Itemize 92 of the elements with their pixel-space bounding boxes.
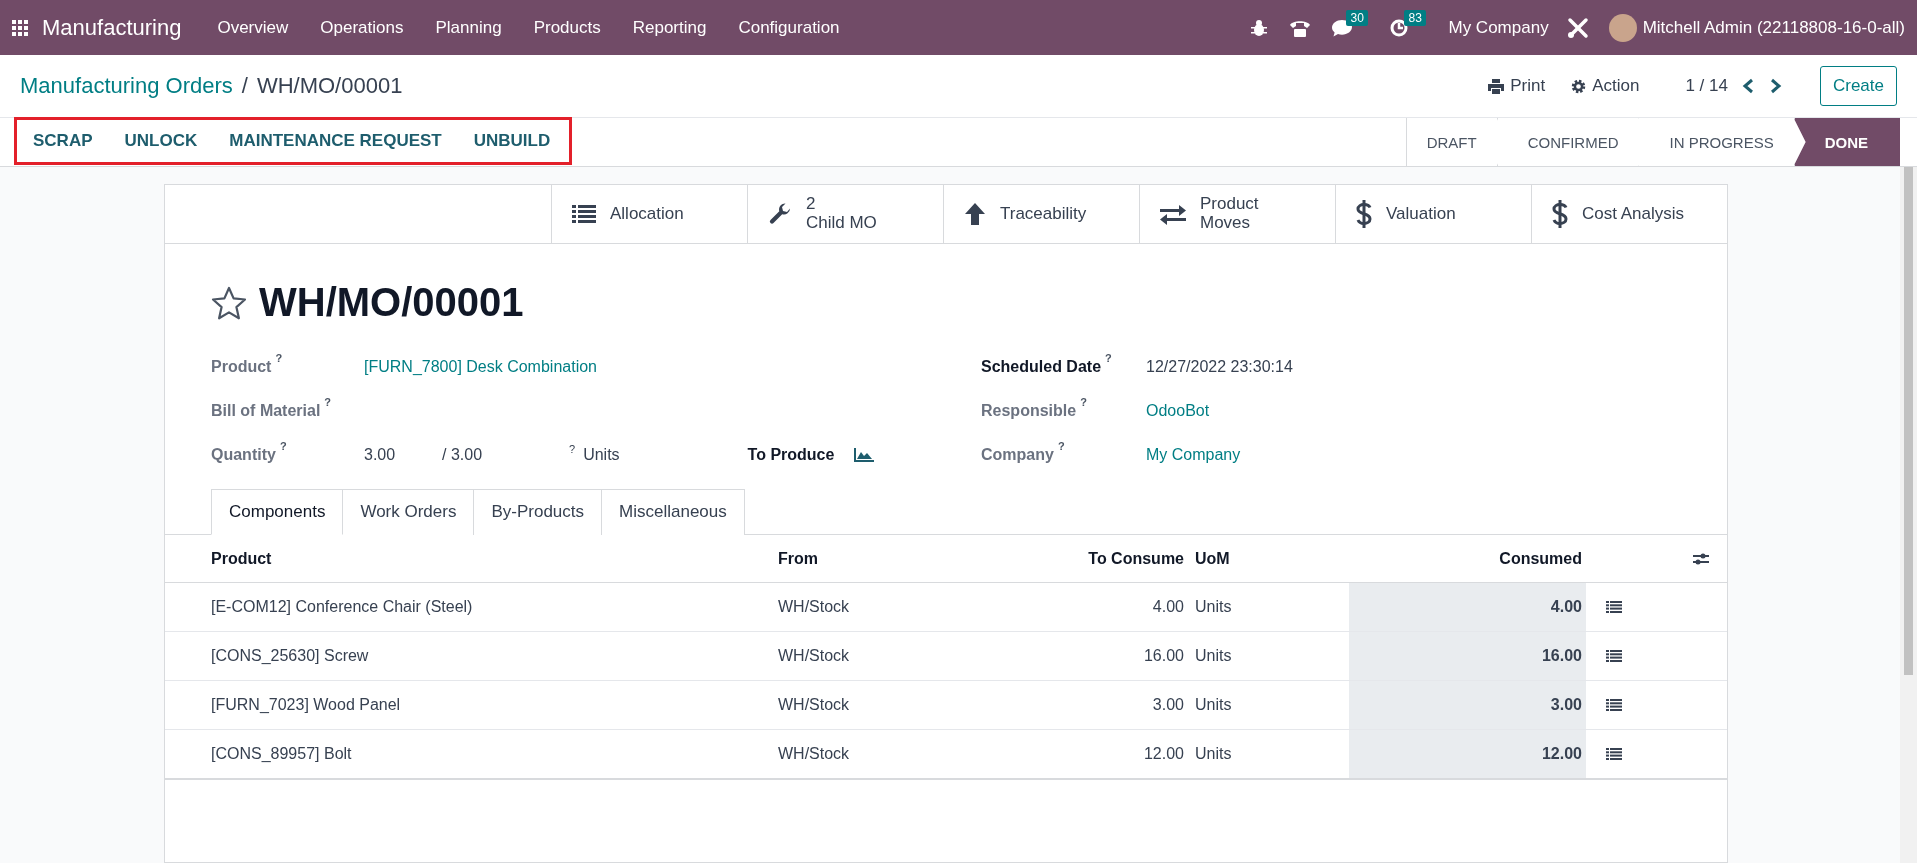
- dollar-icon: [1356, 200, 1372, 228]
- menu-item[interactable]: Configuration: [722, 17, 856, 38]
- field-value[interactable]: [FURN_7800] Desk Combination: [364, 358, 597, 376]
- phone-icon[interactable]: [1290, 18, 1311, 37]
- record-title: WH/MO/00001: [259, 280, 524, 325]
- column-header[interactable]: From: [778, 535, 1048, 583]
- table-cell: WH/Stock: [778, 730, 1048, 780]
- column-header[interactable]: To Consume: [1048, 535, 1193, 583]
- field-label: Product: [211, 358, 272, 376]
- breadcrumb-link[interactable]: Manufacturing Orders: [20, 73, 233, 99]
- app-title[interactable]: Manufacturing: [42, 14, 182, 41]
- star-icon[interactable]: [211, 285, 247, 320]
- table-cell: 4.00: [1349, 583, 1586, 632]
- table-cell: [E-COM12] Conference Chair (Steel): [165, 583, 778, 632]
- tab[interactable]: Work Orders: [343, 489, 475, 535]
- field-label: Bill of Material: [211, 402, 321, 420]
- arrow-up-icon: [964, 202, 986, 226]
- help-marker[interactable]: ?: [1080, 396, 1087, 414]
- menu-item[interactable]: Products: [517, 17, 617, 38]
- apps-grid-icon[interactable]: [12, 19, 28, 36]
- column-header[interactable]: UoM: [1193, 535, 1349, 583]
- detail-list-icon[interactable]: [1606, 601, 1622, 613]
- table-cell: 16.00: [1048, 632, 1193, 681]
- detail-list-icon[interactable]: [1606, 650, 1622, 662]
- next-icon[interactable]: [1769, 78, 1782, 94]
- area-chart-icon[interactable]: [854, 448, 875, 462]
- help-marker[interactable]: ?: [1105, 352, 1112, 370]
- create-button[interactable]: Create: [1819, 66, 1897, 106]
- table-cell: WH/Stock: [778, 632, 1048, 681]
- clock-icon[interactable]: [1390, 18, 1409, 37]
- company-switcher[interactable]: My Company: [1448, 17, 1549, 38]
- table-cell: 16.00: [1349, 632, 1586, 681]
- field-label: Quantity: [211, 446, 276, 464]
- header-button[interactable]: UNLOCK: [124, 131, 198, 151]
- table-cell: [FURN_7023] Wood Panel: [165, 681, 778, 730]
- table-cell: 12.00: [1048, 730, 1193, 780]
- table-cell: 3.00: [1048, 681, 1193, 730]
- wrench-icon: [768, 202, 792, 226]
- uom-value: Units: [583, 446, 620, 464]
- field-value[interactable]: OdooBot: [1146, 402, 1210, 420]
- dollar-icon: [1552, 200, 1568, 228]
- avatar[interactable]: [1608, 13, 1637, 42]
- header-button[interactable]: MAINTENANCE REQUEST: [229, 131, 442, 151]
- help-marker[interactable]: ?: [324, 396, 332, 414]
- tab[interactable]: Components: [211, 489, 344, 535]
- print-button[interactable]: Print: [1488, 76, 1546, 96]
- table-cell: [CONS_25630] Screw: [165, 632, 778, 681]
- menu-item[interactable]: Planning: [419, 17, 518, 38]
- table-cell: WH/Stock: [778, 583, 1048, 632]
- help-marker[interactable]: ?: [279, 440, 287, 458]
- column-settings-icon[interactable]: [1693, 551, 1709, 566]
- status-stage[interactable]: DONE: [1793, 118, 1900, 166]
- message-count-badge: 30: [1346, 9, 1368, 26]
- gear-icon: [1571, 78, 1587, 94]
- help-marker[interactable]: ?: [569, 443, 576, 455]
- tab[interactable]: Miscellaneous: [602, 489, 745, 535]
- table-cell: 12.00: [1349, 730, 1586, 780]
- table-cell: WH/Stock: [778, 681, 1048, 730]
- user-menu[interactable]: Mitchell Admin (22118808-16-0-all): [1642, 17, 1905, 38]
- printer-icon: [1488, 78, 1505, 94]
- field-label: Company: [981, 446, 1054, 464]
- field-label: Responsible: [981, 402, 1077, 420]
- table-cell: 3.00: [1349, 681, 1586, 730]
- menu-item[interactable]: Reporting: [616, 17, 723, 38]
- menu-item[interactable]: Overview: [201, 17, 305, 38]
- list-icon: [572, 204, 596, 224]
- bug-icon[interactable]: [1250, 18, 1269, 37]
- field-value: 12/27/2022 23:30:14: [1146, 358, 1293, 376]
- quantity-produced: / 3.00: [442, 446, 484, 464]
- menu-item[interactable]: Operations: [304, 17, 420, 38]
- field-value[interactable]: My Company: [1146, 446, 1241, 464]
- table-cell: 4.00: [1048, 583, 1193, 632]
- detail-list-icon[interactable]: [1606, 699, 1622, 711]
- action-button[interactable]: Action: [1571, 76, 1640, 96]
- activity-count-badge: 83: [1404, 9, 1426, 26]
- detail-list-icon[interactable]: [1606, 748, 1622, 760]
- column-header[interactable]: Product: [165, 535, 778, 583]
- tab[interactable]: By-Products: [474, 489, 603, 535]
- help-marker[interactable]: ?: [1057, 440, 1065, 458]
- scrollbar[interactable]: [1900, 167, 1917, 863]
- breadcrumb-separator: /: [241, 73, 248, 99]
- quantity-value: 3.00: [364, 446, 397, 464]
- breadcrumb-current: WH/MO/00001: [256, 73, 403, 99]
- table-cell: [CONS_89957] Bolt: [165, 730, 778, 780]
- header-button[interactable]: SCRAP: [33, 131, 93, 151]
- help-marker[interactable]: ?: [275, 352, 283, 370]
- header-button[interactable]: UNBUILD: [473, 131, 551, 151]
- exchange-icon: [1160, 203, 1186, 225]
- field-label: Scheduled Date: [981, 358, 1102, 376]
- previous-icon[interactable]: [1741, 78, 1754, 94]
- status-label: To Produce: [747, 446, 835, 464]
- pager-value: 1 / 14: [1685, 76, 1728, 96]
